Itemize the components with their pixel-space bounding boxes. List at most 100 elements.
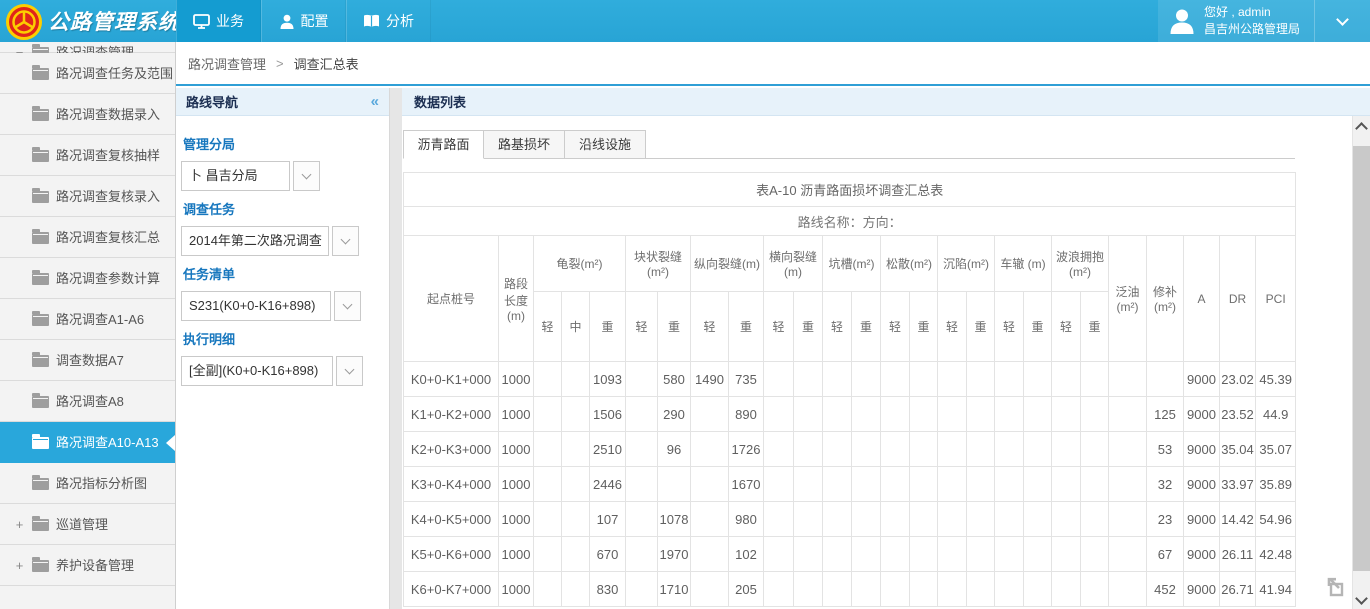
value-cell [1081, 502, 1109, 537]
sidebar-item[interactable]: +巡道管理 [0, 504, 175, 545]
table-row[interactable]: K4+0-K5+0001000107107898023900014.4254.9… [404, 502, 1296, 537]
field-label-tasklist: 任务清单 [183, 264, 389, 283]
value-cell [562, 537, 590, 572]
table-subtitle: 路线名称：方向： [404, 207, 1296, 236]
sidebar-item-label: 路况调查复核录入 [56, 176, 160, 217]
primary-nav: 业务 配置 分析 [176, 0, 431, 42]
task-select-toggle[interactable] [332, 226, 359, 256]
tab-subgrade-damage[interactable]: 路基损坏 [484, 130, 565, 159]
app-title: 公路管理系统 [48, 6, 180, 36]
folder-icon [32, 519, 49, 531]
value-cell: 452 [1147, 572, 1184, 607]
chevron-down-icon [1336, 13, 1349, 26]
value-cell [938, 397, 967, 432]
folder-icon [32, 478, 49, 490]
sidebar-item[interactable]: 路况调查A1-A6 [0, 299, 175, 340]
table-row[interactable]: K2+0-K3+0001000251096172653900035.0435.0… [404, 432, 1296, 467]
value-cell [1052, 572, 1081, 607]
value-cell: 41.94 [1256, 572, 1296, 607]
field-label-task: 调查任务 [183, 199, 389, 218]
value-cell [794, 537, 823, 572]
sidebar-item[interactable]: 路况调查A10-A13 [0, 422, 175, 463]
sidebar-item[interactable]: +养护设备管理 [0, 545, 175, 586]
sidebar-item[interactable]: 路况调查数据录入 [0, 94, 175, 135]
value-cell [967, 502, 995, 537]
table-row[interactable]: K6+0-K7+00010008301710205452900026.7141.… [404, 572, 1296, 607]
vertical-scrollbar[interactable] [1352, 116, 1370, 609]
scroll-down-icon[interactable] [1355, 592, 1368, 605]
sidebar-item[interactable]: 调查数据A7 [0, 340, 175, 381]
value-cell: 1078 [658, 502, 691, 537]
value-cell: 1710 [658, 572, 691, 607]
scroll-up-icon[interactable] [1355, 122, 1368, 135]
value-cell [691, 432, 729, 467]
scrollbar-thumb[interactable] [1353, 146, 1370, 571]
value-cell: 9000 [1184, 502, 1220, 537]
column-header: DR [1220, 236, 1256, 362]
branch-select-value[interactable]: 卜 昌吉分局 [181, 161, 290, 191]
value-cell [794, 502, 823, 537]
tasklist-select-value[interactable]: S231(K0+0-K16+898) [181, 291, 331, 321]
severity-header: 重 [590, 292, 626, 362]
value-cell: 890 [729, 397, 764, 432]
value-cell [691, 537, 729, 572]
group-header: 坑槽(m²) [823, 236, 881, 292]
value-cell [995, 432, 1024, 467]
sidebar-item-label: 调查数据A7 [56, 340, 124, 381]
value-cell [938, 572, 967, 607]
value-cell: 42.48 [1256, 537, 1296, 572]
expand-icon[interactable]: + [14, 518, 25, 532]
panel-collapse-icon[interactable]: « [371, 93, 379, 110]
sidebar-item[interactable]: 路况调查复核录入 [0, 176, 175, 217]
popout-resize-icon[interactable] [1326, 577, 1348, 599]
task-select-value[interactable]: 2014年第二次路况调查 [181, 226, 329, 256]
sidebar-item[interactable]: 路况指标分析图 [0, 463, 175, 504]
value-cell: 35.04 [1220, 432, 1256, 467]
user-menu[interactable]: 您好 , admin 昌吉州公路管理局 [1158, 0, 1314, 42]
value-cell [1109, 537, 1147, 572]
detail-select-value[interactable]: [全副](K0+0-K16+898) [181, 356, 333, 386]
column-header: A [1184, 236, 1220, 362]
value-cell [1024, 432, 1052, 467]
branch-select-toggle[interactable] [293, 161, 320, 191]
value-cell [1081, 432, 1109, 467]
value-cell: 1093 [590, 362, 626, 397]
sidebar-item[interactable]: 路况调查复核抽样 [0, 135, 175, 176]
value-cell [910, 467, 938, 502]
route-navigation-title: 路线导航 [186, 92, 238, 111]
tab-asphalt-pavement[interactable]: 沥青路面 [403, 130, 484, 159]
nav-tab-config[interactable]: 配置 [261, 0, 346, 42]
severity-header: 轻 [764, 292, 794, 362]
tasklist-select-toggle[interactable] [334, 291, 361, 321]
selected-notch [166, 435, 175, 451]
expand-icon[interactable]: + [14, 559, 25, 573]
value-cell [852, 537, 881, 572]
sidebar-item[interactable]: 路况调查参数计算 [0, 258, 175, 299]
table-row[interactable]: K5+0-K6+0001000670197010267900026.1142.4… [404, 537, 1296, 572]
user-dropdown-toggle[interactable] [1314, 0, 1370, 42]
table-row[interactable]: K3+0-K4+00010002446167032900033.9735.89 [404, 467, 1296, 502]
value-cell [852, 362, 881, 397]
detail-select: [全副](K0+0-K16+898) [181, 356, 389, 386]
severity-header: 轻 [823, 292, 852, 362]
sidebar-item[interactable]: −路况调查管理 [0, 42, 175, 53]
nav-tab-analysis[interactable]: 分析 [346, 0, 431, 42]
value-cell: 45.39 [1256, 362, 1296, 397]
detail-select-toggle[interactable] [336, 356, 363, 386]
value-cell [823, 397, 852, 432]
sidebar-item[interactable]: 路况调查复核汇总 [0, 217, 175, 258]
severity-header: 中 [562, 292, 590, 362]
table-row[interactable]: K0+0-K1+000100010935801490735900023.0245… [404, 362, 1296, 397]
value-cell [1024, 572, 1052, 607]
value-cell [881, 432, 910, 467]
value-cell [1052, 537, 1081, 572]
value-cell [823, 572, 852, 607]
table-row[interactable]: K1+0-K2+00010001506290890125900023.5244.… [404, 397, 1296, 432]
group-header: 波浪拥抱(m²) [1052, 236, 1109, 292]
sidebar-item[interactable]: 路况调查A8 [0, 381, 175, 422]
tab-roadside-facilities[interactable]: 沿线设施 [565, 130, 646, 159]
breadcrumb-parent[interactable]: 路况调查管理 [188, 54, 266, 73]
sidebar-item[interactable]: 路况调查任务及范围 [0, 53, 175, 94]
nav-tab-business[interactable]: 业务 [176, 0, 261, 42]
value-cell [995, 537, 1024, 572]
